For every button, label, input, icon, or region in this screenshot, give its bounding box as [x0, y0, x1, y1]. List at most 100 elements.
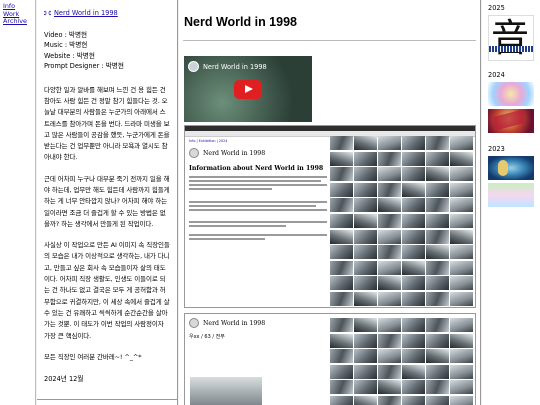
project-link[interactable]: Nerd World in 1998	[44, 9, 171, 17]
grid-photo[interactable]	[354, 291, 377, 306]
grid-photo[interactable]	[426, 291, 449, 306]
grid-photo[interactable]	[450, 364, 473, 379]
project-thumbnail-2024-b[interactable]	[488, 109, 534, 133]
grid-photo[interactable]	[426, 245, 449, 260]
grid-photo[interactable]	[402, 276, 425, 291]
grid-photo[interactable]	[402, 318, 425, 332]
grid-photo[interactable]	[450, 395, 473, 405]
grid-photo[interactable]	[426, 380, 449, 395]
grid-photo[interactable]	[450, 136, 473, 150]
grid-photo[interactable]	[426, 229, 449, 244]
grid-photo[interactable]	[354, 318, 377, 332]
grid-photo[interactable]	[354, 229, 377, 244]
grid-photo[interactable]	[354, 349, 377, 364]
grid-photo[interactable]	[402, 136, 425, 150]
grid-photo[interactable]	[402, 349, 425, 364]
grid-photo[interactable]	[354, 136, 377, 150]
grid-photo[interactable]	[330, 318, 353, 332]
project-thumbnail-2024-a[interactable]	[488, 82, 534, 106]
grid-photo[interactable]	[378, 380, 401, 395]
grid-photo[interactable]	[450, 151, 473, 166]
grid-photo[interactable]	[330, 136, 353, 150]
grid-photo[interactable]	[354, 395, 377, 405]
grid-photo[interactable]	[378, 260, 401, 275]
grid-photo[interactable]	[450, 318, 473, 332]
grid-photo[interactable]	[354, 260, 377, 275]
nav-archive-link[interactable]: Archive	[3, 18, 35, 26]
grid-photo[interactable]	[450, 349, 473, 364]
video-player[interactable]: Nerd World in 1998	[184, 56, 312, 122]
grid-photo[interactable]	[330, 151, 353, 166]
grid-photo[interactable]	[426, 213, 449, 228]
grid-photo[interactable]	[378, 318, 401, 332]
project-thumbnail-2025[interactable]: 音	[488, 15, 534, 61]
grid-photo[interactable]	[402, 333, 425, 348]
grid-photo[interactable]	[354, 245, 377, 260]
grid-photo[interactable]	[426, 276, 449, 291]
grid-photo[interactable]	[354, 276, 377, 291]
grid-photo[interactable]	[450, 167, 473, 182]
grid-photo[interactable]	[426, 151, 449, 166]
grid-photo[interactable]	[426, 333, 449, 348]
grid-photo[interactable]	[450, 276, 473, 291]
project-thumbnail-2023-a[interactable]	[488, 156, 534, 180]
grid-photo[interactable]	[330, 167, 353, 182]
grid-photo[interactable]	[426, 349, 449, 364]
grid-photo[interactable]	[450, 333, 473, 348]
grid-photo[interactable]	[330, 213, 353, 228]
grid-photo[interactable]	[330, 229, 353, 244]
grid-photo[interactable]	[330, 395, 353, 405]
grid-photo[interactable]	[330, 198, 353, 213]
grid-photo[interactable]	[378, 276, 401, 291]
grid-photo[interactable]	[378, 333, 401, 348]
grid-photo[interactable]	[450, 260, 473, 275]
grid-photo[interactable]	[378, 395, 401, 405]
grid-photo[interactable]	[378, 349, 401, 364]
grid-photo[interactable]	[378, 151, 401, 166]
grid-photo[interactable]	[402, 260, 425, 275]
grid-photo[interactable]	[450, 182, 473, 197]
grid-photo[interactable]	[402, 167, 425, 182]
grid-photo[interactable]	[354, 380, 377, 395]
grid-photo[interactable]	[378, 245, 401, 260]
grid-photo[interactable]	[330, 380, 353, 395]
grid-photo[interactable]	[402, 395, 425, 405]
grid-photo[interactable]	[378, 291, 401, 306]
grid-photo[interactable]	[330, 291, 353, 306]
grid-photo[interactable]	[426, 318, 449, 332]
grid-photo[interactable]	[450, 198, 473, 213]
grid-photo[interactable]	[426, 395, 449, 405]
grid-photo[interactable]	[330, 260, 353, 275]
grid-photo[interactable]	[378, 182, 401, 197]
grid-photo[interactable]	[402, 213, 425, 228]
grid-photo[interactable]	[402, 245, 425, 260]
grid-photo[interactable]	[330, 276, 353, 291]
grid-photo[interactable]	[330, 364, 353, 379]
grid-photo[interactable]	[354, 213, 377, 228]
grid-photo[interactable]	[426, 167, 449, 182]
grid-photo[interactable]	[354, 182, 377, 197]
grid-photo[interactable]	[426, 198, 449, 213]
grid-photo[interactable]	[450, 229, 473, 244]
grid-photo[interactable]	[402, 291, 425, 306]
grid-photo[interactable]	[378, 364, 401, 379]
grid-photo[interactable]	[330, 333, 353, 348]
grid-photo[interactable]	[426, 364, 449, 379]
grid-photo[interactable]	[402, 198, 425, 213]
grid-photo[interactable]	[354, 198, 377, 213]
grid-photo[interactable]	[354, 167, 377, 182]
grid-photo[interactable]	[378, 167, 401, 182]
grid-photo[interactable]	[450, 245, 473, 260]
grid-photo[interactable]	[378, 213, 401, 228]
grid-photo[interactable]	[354, 364, 377, 379]
grid-photo[interactable]	[402, 364, 425, 379]
grid-photo[interactable]	[378, 198, 401, 213]
grid-photo[interactable]	[402, 151, 425, 166]
play-icon[interactable]	[234, 80, 262, 99]
grid-photo[interactable]	[378, 229, 401, 244]
grid-photo[interactable]	[354, 151, 377, 166]
grid-photo[interactable]	[450, 380, 473, 395]
grid-photo[interactable]	[402, 380, 425, 395]
grid-photo[interactable]	[378, 136, 401, 150]
grid-photo[interactable]	[402, 229, 425, 244]
